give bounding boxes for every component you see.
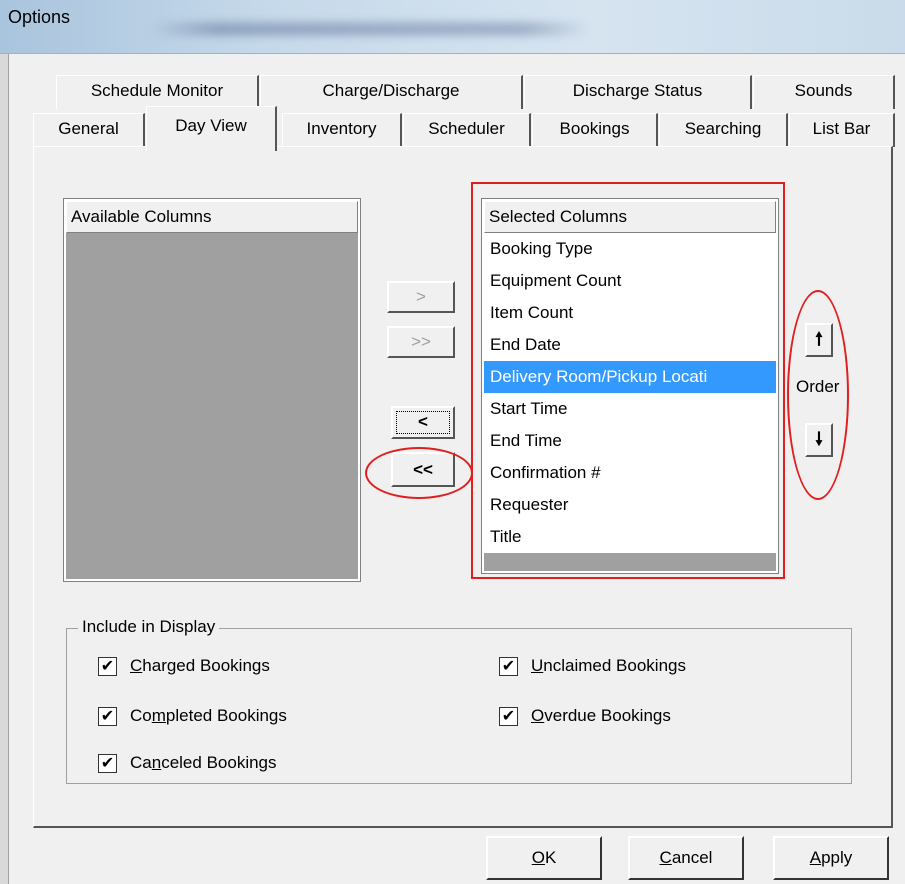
blurred-title-text [150, 22, 590, 36]
tab-discharge-status[interactable]: Discharge Status [524, 75, 752, 109]
tab-label: Scheduler [428, 119, 505, 138]
annotation-oval-order [787, 290, 849, 500]
button-label: pply [821, 848, 853, 867]
checkbox-checked-icon[interactable]: ✔ [98, 753, 117, 773]
add-all-columns-button[interactable]: >> [387, 326, 455, 358]
button-label: K [544, 848, 557, 867]
title-bar[interactable]: Options [0, 0, 905, 54]
tab-label: Searching [684, 119, 762, 138]
annotation-rect-selected-columns [471, 182, 785, 579]
tab-day-view[interactable]: Day View [146, 106, 277, 151]
tab-label: Inventory [306, 119, 377, 138]
checkbox-label: Canceled Bookings [130, 753, 277, 772]
mnemonic: A [809, 848, 822, 867]
tab-label: General [58, 119, 119, 138]
checkbox-checked-icon[interactable]: ✔ [98, 706, 117, 726]
add-column-button[interactable]: > [387, 281, 455, 313]
checkbox-checked-icon[interactable]: ✔ [499, 706, 518, 726]
tab-bookings[interactable]: Bookings [532, 113, 658, 147]
checkbox-label: Unclaimed Bookings [531, 656, 686, 675]
tab-inventory[interactable]: Inventory [282, 113, 402, 147]
checkbox-overdue-bookings[interactable]: ✔ Overdue Bookings [499, 705, 671, 727]
checkbox-checked-icon[interactable]: ✔ [98, 656, 117, 676]
tab-label: Schedule Monitor [90, 81, 224, 100]
tab-general[interactable]: General [33, 113, 145, 147]
tab-schedule-monitor[interactable]: Schedule Monitor [56, 75, 259, 109]
window-title: Options [8, 7, 71, 27]
tab-sounds[interactable]: Sounds [753, 75, 895, 109]
checkbox-charged-bookings[interactable]: ✔ Charged Bookings [98, 655, 270, 677]
window-left-edge [0, 54, 9, 884]
tab-label: List Bar [812, 119, 871, 138]
tab-label: Sounds [794, 81, 853, 100]
checkbox-label: Overdue Bookings [531, 706, 671, 725]
mnemonic: O [531, 848, 545, 867]
checkbox-label: Charged Bookings [130, 656, 270, 675]
ok-button[interactable]: OK [486, 836, 602, 880]
apply-button[interactable]: Apply [773, 836, 889, 880]
checkbox-unclaimed-bookings[interactable]: ✔ Unclaimed Bookings [499, 655, 686, 677]
tab-label: Discharge Status [572, 81, 703, 100]
tab-label: Bookings [559, 119, 630, 138]
checkbox-completed-bookings[interactable]: ✔ Completed Bookings [98, 705, 287, 727]
tab-label: Charge/Discharge [322, 81, 460, 100]
mnemonic: C [659, 848, 672, 867]
checkbox-label: Completed Bookings [130, 706, 287, 725]
tab-label: Day View [175, 116, 247, 135]
remove-column-button[interactable]: < [391, 406, 455, 439]
button-label: ancel [671, 848, 713, 867]
tab-scheduler[interactable]: Scheduler [403, 113, 531, 147]
tab-charge-discharge[interactable]: Charge/Discharge [260, 75, 523, 109]
include-in-display-label: Include in Display [78, 617, 220, 637]
cancel-button[interactable]: Cancel [628, 836, 744, 880]
checkbox-canceled-bookings[interactable]: ✔ Canceled Bookings [98, 752, 277, 774]
tab-list-bar[interactable]: List Bar [789, 113, 895, 147]
available-columns-list[interactable]: Available Columns [63, 198, 361, 582]
annotation-oval-remove-all [365, 447, 473, 499]
tab-searching[interactable]: Searching [659, 113, 788, 147]
available-columns-header[interactable]: Available Columns [66, 201, 358, 233]
checkbox-checked-icon[interactable]: ✔ [499, 656, 518, 676]
